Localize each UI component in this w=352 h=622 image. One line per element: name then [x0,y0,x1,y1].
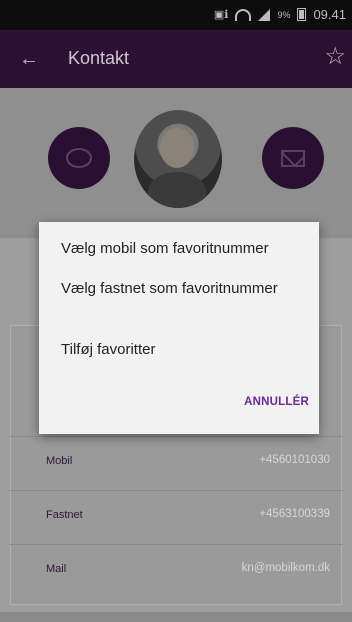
envelope-icon [281,149,305,167]
detail-value: +4560101030 [259,454,330,466]
message-button[interactable] [48,127,110,189]
detail-row-mail[interactable]: Mail kn@mobilkom.dk [10,544,342,596]
detail-row-fastnet[interactable]: Fastnet +4563100339 [10,490,342,542]
star-outline-icon[interactable]: ☆ [324,42,346,71]
battery-icon [297,8,307,21]
detail-label: Mobil [46,455,73,467]
status-bar: ▣ℹ 9% 09.41 [0,0,352,30]
dialog-option-landline-favorite[interactable]: Vælg fastnet som favoritnummer [61,279,291,298]
mail-button[interactable] [262,127,324,189]
battery-percent: 9% [277,9,291,20]
signal-icon [258,8,271,21]
detail-label: Fastnet [46,509,83,521]
page-title: Kontakt [68,48,130,68]
mute-icon: ▣ℹ [213,9,229,21]
arrow-left-icon[interactable]: ← [14,44,44,74]
wifi-icon [235,8,252,21]
avatar [134,110,222,208]
favorite-dialog: Vælg mobil som favoritnummer Vælg fastne… [39,222,319,434]
app-toolbar: ← Kontakt ☆ [0,30,352,88]
dialog-option-add-favorites[interactable]: Tilføj favoritter [61,340,155,359]
bottom-edge [0,612,352,622]
cancel-button[interactable]: ANNULLÉR [244,396,309,408]
dialog-option-mobile-favorite[interactable]: Vælg mobil som favoritnummer [61,239,269,258]
detail-value: +4563100339 [259,508,330,520]
status-icons: ▣ℹ 9% 09.41 [214,7,346,22]
chat-bubble-icon [66,148,92,168]
detail-row-mobil[interactable]: Mobil +4560101030 [10,436,342,488]
detail-label: Mail [46,563,67,575]
status-time: 09.41 [313,7,346,22]
detail-value: kn@mobilkom.dk [241,562,330,574]
